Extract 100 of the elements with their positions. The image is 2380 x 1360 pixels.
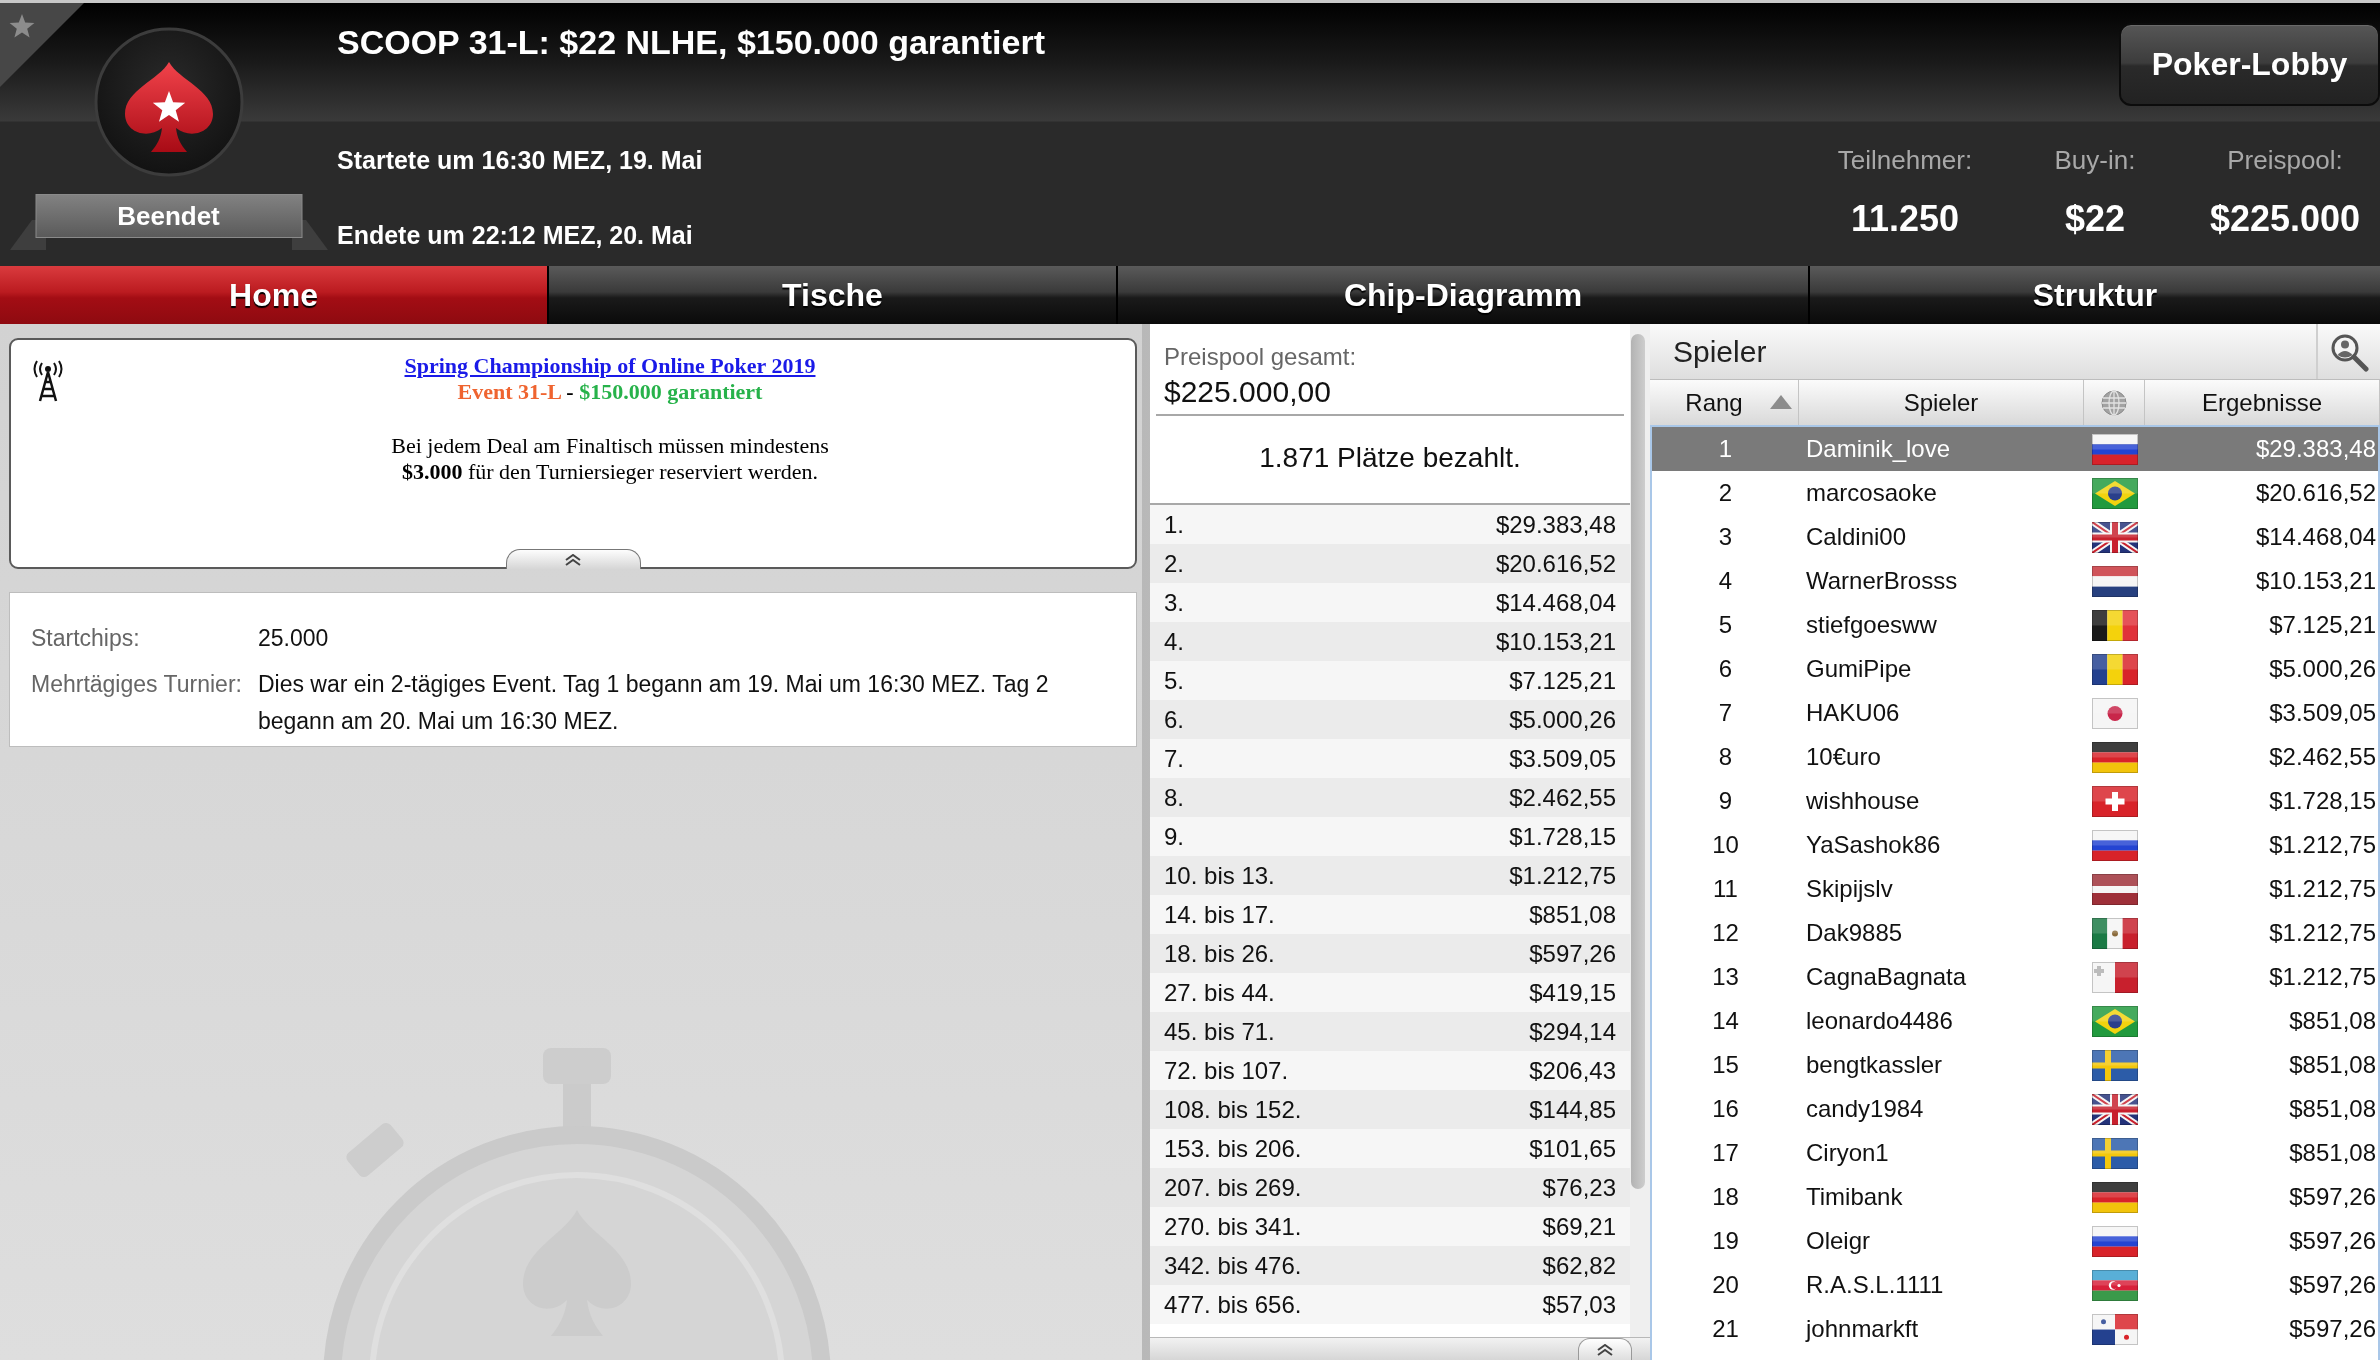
payout-place: 72. bis 107. xyxy=(1164,1056,1289,1085)
switzerland-flag-icon xyxy=(2091,785,2138,817)
player-rank: 19 xyxy=(1712,1227,1739,1255)
championship-link[interactable]: Spring Championship of Online Poker 2019 xyxy=(404,353,816,379)
player-winnings: $597,26 xyxy=(2289,1227,2376,1255)
payout-place: 18. bis 26. xyxy=(1164,939,1275,968)
netherlands-flag-icon xyxy=(2091,565,2138,597)
payout-place: 10. bis 13. xyxy=(1164,861,1275,890)
start-time: Startete um 16:30 MEZ, 19. Mai xyxy=(337,145,703,176)
player-rank: 17 xyxy=(1712,1139,1739,1167)
mexico-flag-icon xyxy=(2091,917,2138,949)
player-rank: 14 xyxy=(1712,1007,1739,1035)
column-header[interactable]: Ergebnisse xyxy=(2145,380,2380,425)
payout-place: 342. bis 476. xyxy=(1164,1251,1302,1280)
payout-amount: $101,65 xyxy=(1529,1134,1616,1163)
prize-pool-total: $225.000,00 xyxy=(1164,374,1331,410)
payout-amount: $29.383,48 xyxy=(1495,510,1616,539)
player-winnings: $1.212,75 xyxy=(2269,919,2376,947)
player-winnings: $851,08 xyxy=(2289,1095,2376,1123)
player-rank: 1 xyxy=(1718,435,1733,463)
player-rank: 12 xyxy=(1712,919,1739,947)
detail-value: 25.000 xyxy=(257,624,330,653)
spade-logo-icon xyxy=(92,26,245,178)
player-name: bengtkassler xyxy=(1806,1051,1943,1079)
player-winnings: $851,08 xyxy=(2289,1051,2376,1079)
collapse-button[interactable] xyxy=(505,549,641,569)
payout-amount: $294,14 xyxy=(1529,1017,1616,1046)
panama-flag-icon xyxy=(2091,1313,2138,1345)
player-name: Caldini00 xyxy=(1806,523,1907,551)
players-title: Spieler xyxy=(1673,334,1767,369)
payout-place: 5. xyxy=(1164,666,1184,695)
payout-place: 14. bis 17. xyxy=(1164,900,1275,929)
player-winnings: $597,26 xyxy=(2289,1183,2376,1211)
player-name: Dak9885 xyxy=(1806,919,1903,947)
uk-flag-icon xyxy=(2091,1093,2138,1125)
player-rank: 4 xyxy=(1718,567,1733,595)
player-rank: 13 xyxy=(1712,963,1739,991)
scrollbar-thumb[interactable] xyxy=(1631,334,1645,1189)
column-header[interactable]: Spieler xyxy=(1799,380,2084,425)
payout-amount: $20.616,52 xyxy=(1495,549,1616,578)
tab[interactable]: Tische xyxy=(547,266,1116,324)
prize-pool-label: Preispool gesamt: xyxy=(1164,342,1357,372)
malta-flag-icon xyxy=(2091,961,2138,993)
latvia-flag-icon xyxy=(2091,873,2138,905)
payout-place: 2. xyxy=(1164,549,1184,578)
detail-label: Mehrtägiges Turnier: xyxy=(31,670,242,699)
payout-amount: $62,82 xyxy=(1542,1251,1616,1280)
player-winnings: $10.153,21 xyxy=(2255,567,2376,595)
tournament-title: SCOOP 31-L: $22 NLHE, $150.000 garantiert xyxy=(337,22,1045,63)
uk-flag-icon xyxy=(2091,521,2138,553)
belgium-flag-icon xyxy=(2091,609,2138,641)
player-winnings: $20.616,52 xyxy=(2255,479,2376,507)
payout-place: 4. xyxy=(1164,627,1184,656)
player-name: HAKU06 xyxy=(1806,699,1900,727)
event-subtitle: Event 31-L - $150.000 garantiert xyxy=(457,379,763,405)
player-row[interactable]: 1 Daminik_love $29.383,48 xyxy=(1652,427,2378,471)
player-winnings: $1.212,75 xyxy=(2269,831,2376,859)
russia-flag-icon xyxy=(2091,433,2138,465)
column-header[interactable]: Rang xyxy=(1650,380,1799,425)
tab[interactable]: Home xyxy=(0,266,547,324)
player-rank: 3 xyxy=(1718,523,1733,551)
double-chevron-up-icon xyxy=(564,553,582,566)
radio-tower-icon xyxy=(31,360,65,402)
payout-amount: $57,03 xyxy=(1542,1290,1616,1319)
expand-button[interactable] xyxy=(1578,1338,1632,1360)
payout-place: 1. xyxy=(1164,510,1184,539)
player-name: WarnerBrosss xyxy=(1806,567,1958,595)
player-winnings: $851,08 xyxy=(2289,1139,2376,1167)
double-chevron-up-icon xyxy=(1596,1343,1614,1356)
player-winnings: $2.462,55 xyxy=(2269,743,2376,771)
payout-amount: $1.728,15 xyxy=(1509,822,1616,851)
tab[interactable]: Struktur xyxy=(1808,266,2380,324)
payout-amount: $851,08 xyxy=(1529,900,1616,929)
sweden-flag-icon xyxy=(2091,1049,2138,1081)
sweden-flag-icon xyxy=(2091,1137,2138,1169)
azerbaijan-flag-icon xyxy=(2091,1269,2138,1301)
player-name: Timibank xyxy=(1806,1183,1903,1211)
payout-place: 8. xyxy=(1164,783,1184,812)
player-winnings: $14.468,04 xyxy=(2255,523,2376,551)
player-name: Skipijslv xyxy=(1806,875,1893,903)
russia-flag-icon xyxy=(2091,829,2138,861)
payout-amount: $3.509,05 xyxy=(1509,744,1616,773)
player-rank: 18 xyxy=(1712,1183,1739,1211)
star-icon[interactable] xyxy=(0,3,84,87)
tab[interactable]: Chip-Diagramm xyxy=(1116,266,1808,324)
payout-amount: $10.153,21 xyxy=(1495,627,1616,656)
player-rank: 5 xyxy=(1718,611,1733,639)
player-name: marcosaoke xyxy=(1806,479,1937,507)
payout-place: 45. bis 71. xyxy=(1164,1017,1275,1046)
player-name: YaSashok86 xyxy=(1806,831,1941,859)
poker-lobby-button[interactable]: Poker-Lobby xyxy=(2119,23,2380,106)
player-rank: 7 xyxy=(1718,699,1733,727)
payout-place: 7. xyxy=(1164,744,1184,773)
payout-amount: $419,15 xyxy=(1529,978,1616,1007)
player-winnings: $851,08 xyxy=(2289,1007,2376,1035)
player-rank: 21 xyxy=(1712,1315,1739,1343)
payout-place: 6. xyxy=(1164,705,1184,734)
player-winnings: $3.509,05 xyxy=(2269,699,2376,727)
payout-amount: $76,23 xyxy=(1542,1173,1616,1202)
stat-label: Buy-in: xyxy=(2054,144,2136,176)
